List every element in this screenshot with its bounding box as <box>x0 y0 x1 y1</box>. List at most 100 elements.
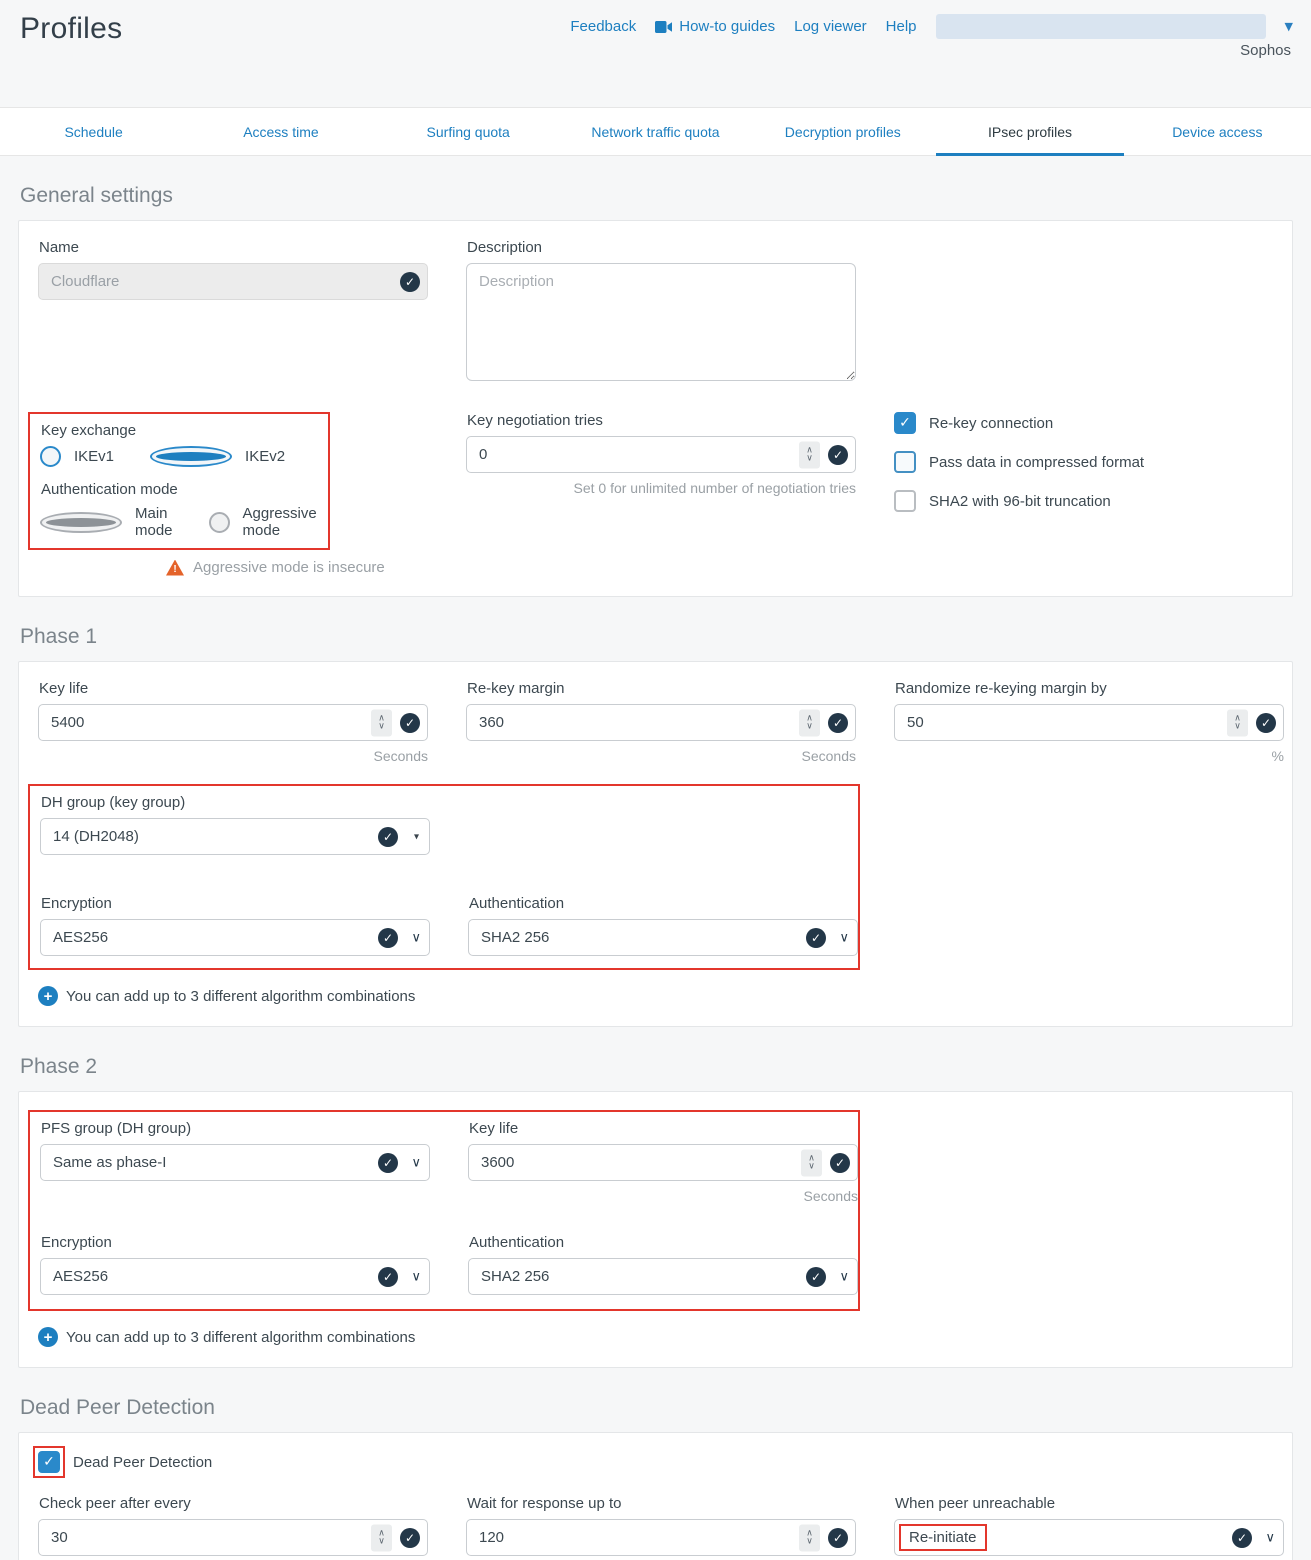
valid-check-icon: ✓ <box>806 1267 826 1287</box>
p2-key-life-unit: Seconds <box>468 1188 858 1204</box>
reinitiate-annotation-box: Re-initiate <box>899 1524 987 1551</box>
number-stepper[interactable]: ∧∨ <box>371 1524 392 1551</box>
dpd-wait-response-label: Wait for response up to <box>467 1495 856 1512</box>
dpd-enable-checkbox[interactable]: ✓ <box>38 1451 60 1473</box>
radio-ikev1[interactable]: IKEv1 <box>40 446 114 467</box>
description-label: Description <box>467 239 856 256</box>
dpd-heading: Dead Peer Detection <box>20 1396 1291 1420</box>
tab-access-time[interactable]: Access time <box>187 108 374 155</box>
p2-encryption-select[interactable]: AES256 ✓ ∨ <box>40 1258 430 1295</box>
key-negotiation-field[interactable] <box>466 436 856 473</box>
p2-pfs-group-select[interactable]: Same as phase-I ✓ ∨ <box>40 1144 430 1181</box>
key-negotiation-label: Key negotiation tries <box>467 412 856 429</box>
p1-encryption-label: Encryption <box>41 895 430 912</box>
phase2-heading: Phase 2 <box>20 1055 1291 1079</box>
phase1-add-note: + You can add up to 3 different algorith… <box>38 986 1273 1006</box>
valid-check-icon: ✓ <box>378 1267 398 1287</box>
number-stepper[interactable]: ∧∨ <box>799 1524 820 1551</box>
number-stepper[interactable]: ∧∨ <box>1227 709 1248 736</box>
name-field[interactable] <box>38 263 428 300</box>
valid-check-icon: ✓ <box>378 928 398 948</box>
checkbox-compressed-format[interactable]: ✓ Pass data in compressed format <box>894 451 1284 473</box>
valid-check-icon: ✓ <box>400 713 420 733</box>
p2-key-life-label: Key life <box>469 1120 858 1137</box>
valid-check-icon: ✓ <box>378 1153 398 1173</box>
auth-mode-label: Authentication mode <box>41 481 318 498</box>
dropdown-caret-icon: ▾ <box>414 831 419 842</box>
p1-key-life-field[interactable] <box>38 704 428 741</box>
radio-selected-disabled-icon <box>40 512 122 533</box>
warning-icon: ! <box>166 560 184 576</box>
p1-rekey-margin-field[interactable] <box>466 704 856 741</box>
checkbox-unchecked-icon: ✓ <box>894 490 916 512</box>
general-settings-card: Name ✓ Description Key exchange <box>18 220 1293 597</box>
aggressive-mode-warning: ! Aggressive mode is insecure <box>166 559 428 576</box>
valid-check-icon: ✓ <box>1232 1528 1252 1548</box>
radio-selected-icon <box>150 446 232 467</box>
checkbox-sha2-truncation[interactable]: ✓ SHA2 with 96-bit truncation <box>894 490 1284 512</box>
tab-decryption-profiles[interactable]: Decryption profiles <box>749 108 936 155</box>
p1-key-life-unit: Seconds <box>38 748 428 764</box>
number-stepper[interactable]: ∧∨ <box>799 441 820 468</box>
phase1-card: Key life ∧∨ ✓ Seconds Re-key margin ∧∨ ✓… <box>18 661 1293 1027</box>
radio-aggressive-mode[interactable]: Aggressive mode <box>209 505 318 539</box>
p1-randomize-field[interactable] <box>894 704 1284 741</box>
checkbox-rekey-connection[interactable]: ✓ Re-key connection <box>894 412 1284 434</box>
checkbox-unchecked-icon: ✓ <box>894 451 916 473</box>
howto-guides-link[interactable]: How-to guides <box>655 18 775 35</box>
number-stepper[interactable]: ∧∨ <box>799 709 820 736</box>
p1-dh-group-label: DH group (key group) <box>41 794 846 811</box>
dpd-check-peer-field[interactable] <box>38 1519 428 1556</box>
log-viewer-link[interactable]: Log viewer <box>794 18 867 35</box>
p1-randomize-label: Randomize re-keying margin by <box>895 680 1284 697</box>
valid-check-icon: ✓ <box>400 1528 420 1548</box>
radio-ikev2[interactable]: IKEv2 <box>150 446 285 467</box>
valid-check-icon: ✓ <box>806 928 826 948</box>
radio-main-mode[interactable]: Main mode <box>40 505 173 539</box>
dpd-when-unreachable-label: When peer unreachable <box>895 1495 1284 1512</box>
chevron-down-icon: ∨ <box>411 1155 421 1170</box>
tab-ipsec-profiles[interactable]: IPsec profiles <box>936 108 1123 155</box>
chevron-down-icon: ∨ <box>839 930 849 945</box>
key-exchange-label: Key exchange <box>41 422 318 439</box>
tab-schedule[interactable]: Schedule <box>0 108 187 155</box>
feedback-link[interactable]: Feedback <box>570 18 636 35</box>
key-negotiation-helper: Set 0 for unlimited number of negotiatio… <box>466 480 856 496</box>
chevron-down-icon: ∨ <box>1265 1530 1275 1545</box>
valid-check-icon: ✓ <box>378 827 398 847</box>
phase2-annotation-box: PFS group (DH group) Same as phase-I ✓ ∨… <box>28 1110 860 1311</box>
p1-dh-group-select[interactable]: 14 (DH2048) ✓ ▾ <box>40 818 430 855</box>
p1-randomize-unit: % <box>894 748 1284 764</box>
p2-authentication-label: Authentication <box>469 1234 858 1251</box>
account-selector[interactable] <box>936 14 1266 39</box>
header-links: Feedback How-to guides Log viewer Help ▼ <box>570 14 1293 39</box>
phase1-annotation-box: DH group (key group) 14 (DH2048) ✓ ▾ Enc… <box>28 784 860 970</box>
number-stepper[interactable]: ∧∨ <box>801 1149 822 1176</box>
tab-network-traffic-quota[interactable]: Network traffic quota <box>562 108 749 155</box>
tab-surfing-quota[interactable]: Surfing quota <box>375 108 562 155</box>
tab-device-access[interactable]: Device access <box>1124 108 1311 155</box>
dpd-when-unreachable-select[interactable]: Re-initiate ✓ ∨ <box>894 1519 1284 1556</box>
p1-authentication-select[interactable]: SHA2 256 ✓ ∨ <box>468 919 858 956</box>
chevron-down-icon: ∨ <box>411 1269 421 1284</box>
phase2-add-note: + You can add up to 3 different algorith… <box>38 1327 1273 1347</box>
page-header: Profiles Feedback How-to guides Log view… <box>0 0 1311 107</box>
p2-authentication-select[interactable]: SHA2 256 ✓ ∨ <box>468 1258 858 1295</box>
chevron-down-icon: ∨ <box>411 930 421 945</box>
chevron-down-icon: ∨ <box>839 1269 849 1284</box>
video-camera-icon <box>655 21 672 33</box>
dpd-enable-label: Dead Peer Detection <box>73 1454 212 1471</box>
key-exchange-annotation-box: Key exchange IKEv1 IKEv2 Authentication … <box>28 412 330 550</box>
dropdown-caret-icon[interactable]: ▼ <box>1285 20 1293 33</box>
dpd-wait-response-field[interactable] <box>466 1519 856 1556</box>
p1-encryption-select[interactable]: AES256 ✓ ∨ <box>40 919 430 956</box>
add-plus-icon[interactable]: + <box>38 1327 58 1347</box>
description-field[interactable] <box>466 263 856 381</box>
valid-check-icon: ✓ <box>828 445 848 465</box>
help-link[interactable]: Help <box>886 18 917 35</box>
add-plus-icon[interactable]: + <box>38 986 58 1006</box>
p2-key-life-field[interactable] <box>468 1144 858 1181</box>
radio-disabled-icon <box>209 512 230 533</box>
number-stepper[interactable]: ∧∨ <box>371 709 392 736</box>
p1-rekey-margin-label: Re-key margin <box>467 680 856 697</box>
